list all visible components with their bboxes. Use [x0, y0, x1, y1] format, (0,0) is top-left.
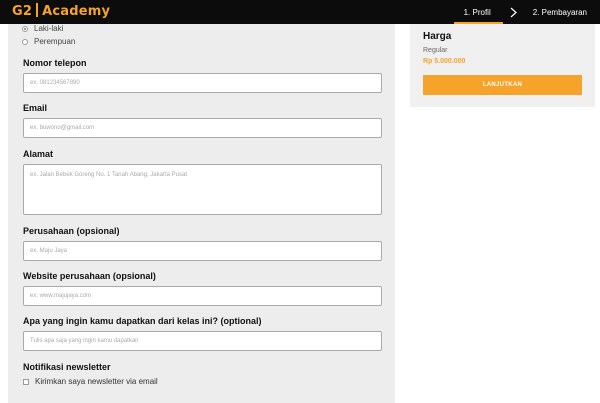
newsletter-checkbox[interactable]	[23, 378, 29, 385]
address-textarea[interactable]: ex. Jalan Bebek Goreng No. 1 Tanah Abang…	[23, 164, 382, 215]
gender-label-female: Perempuan	[34, 37, 76, 46]
expectation-input[interactable]: Tulis apa saja yang ingin kamu dapatkan	[23, 331, 382, 351]
website-label: Website perusahaan (opsional)	[23, 271, 156, 281]
price-tier: Regular	[423, 47, 448, 54]
chevron-right-icon	[503, 0, 525, 24]
logo-text-g2: G2	[12, 4, 33, 19]
gender-option-male[interactable]: Laki-laki	[22, 24, 63, 33]
website-placeholder: ex. www.majujaya.com	[30, 293, 92, 299]
email-label: Email	[23, 103, 48, 113]
g2-academy-logo[interactable]: G2 Academy	[12, 3, 110, 19]
expectation-label: Apa yang ingin kamu dapatkan dari kelas …	[23, 316, 262, 326]
price-title: Harga	[423, 31, 452, 42]
newsletter-label: Notifikasi newsletter	[23, 362, 111, 372]
company-placeholder: ex. Maju Jaya	[30, 248, 68, 254]
gender-option-female[interactable]: Perempuan	[22, 37, 75, 46]
profile-form-panel: Laki-laki Perempuan Nomor telepon ex. 08…	[8, 24, 395, 403]
step-pembayaran-label: 2. Pembayaran	[532, 7, 587, 17]
expectation-placeholder: Tulis apa saja yang ingin kamu dapatkan	[30, 338, 139, 344]
address-label: Alamat	[23, 149, 54, 159]
step-profil[interactable]: 1. Profil	[453, 0, 503, 24]
step-pembayaran[interactable]: 2. Pembayaran	[525, 0, 600, 24]
email-placeholder: ex. buwono@gmail.com	[30, 125, 95, 131]
website-input[interactable]: ex. www.majujaya.com	[23, 286, 382, 306]
phone-placeholder: ex. 0812345678​90	[30, 80, 80, 86]
newsletter-checkbox-label: Kirimkan saya newsletter via email	[35, 377, 158, 386]
logo-text-academy: Academy	[42, 4, 111, 19]
price-summary-card: Harga Regular Rp 5.000.000 LANJUTKAN	[410, 24, 595, 107]
radio-button-male[interactable]	[22, 25, 28, 32]
continue-button[interactable]: LANJUTKAN	[423, 75, 582, 95]
address-placeholder: ex. Jalan Bebek Goreng No. 1 Tanah Abang…	[30, 172, 187, 178]
top-navigation-bar: G2 Academy 1. Profil 2. Pembayaran	[0, 0, 600, 24]
step-profil-label: 1. Profil	[463, 7, 491, 17]
logo-divider	[36, 3, 39, 17]
radio-button-female[interactable]	[22, 38, 28, 45]
price-amount: Rp 5.000.000	[423, 58, 466, 65]
company-label: Perusahaan (opsional)	[23, 226, 120, 236]
phone-label: Nomor telepon	[23, 58, 87, 68]
gender-label-male: Laki-laki	[34, 24, 64, 33]
phone-input[interactable]: ex. 0812345678​90	[23, 73, 382, 93]
company-input[interactable]: ex. Maju Jaya	[23, 241, 382, 261]
newsletter-option[interactable]: Kirimkan saya newsletter via email	[23, 377, 158, 386]
checkout-steps: 1. Profil 2. Pembayaran	[453, 0, 600, 24]
email-input[interactable]: ex. buwono@gmail.com	[23, 118, 382, 138]
